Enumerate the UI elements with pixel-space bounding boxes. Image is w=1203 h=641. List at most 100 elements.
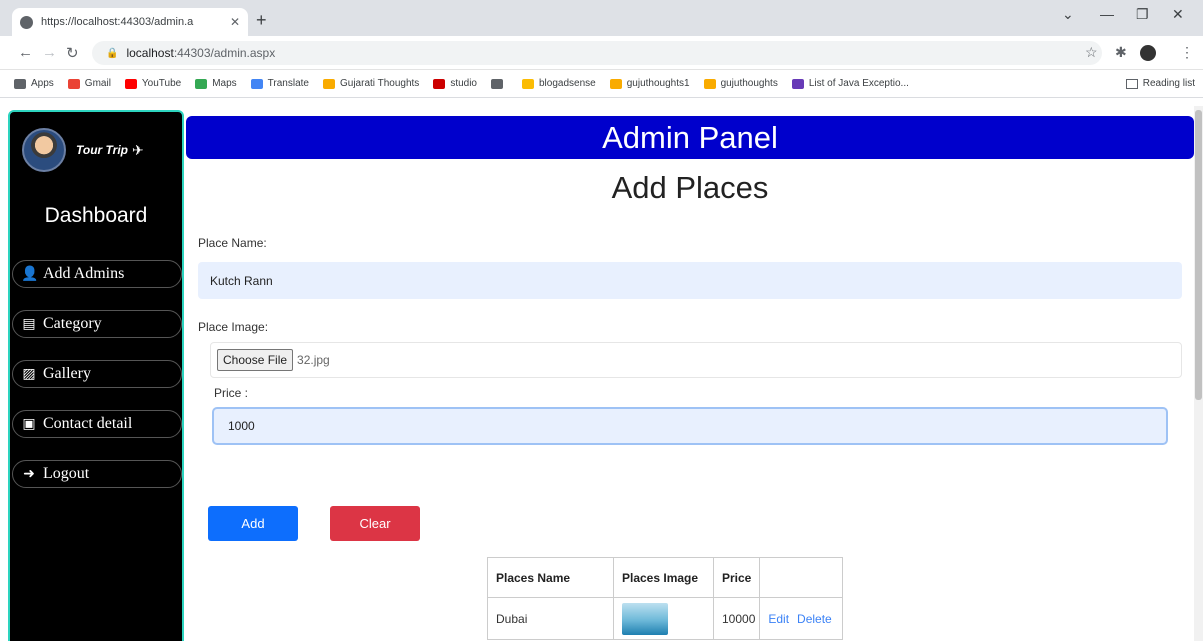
bookmark-icon bbox=[14, 78, 26, 89]
sidebar-item-label: Gallery bbox=[43, 365, 91, 382]
bookmark-item[interactable] bbox=[491, 78, 508, 89]
place-name-input[interactable]: Kutch Rann bbox=[198, 262, 1182, 299]
close-tab-icon[interactable]: ✕ bbox=[230, 15, 240, 29]
globe-icon bbox=[20, 15, 33, 29]
bookmark-label: gujuthoughts bbox=[720, 78, 778, 89]
back-icon[interactable]: ← bbox=[18, 44, 33, 61]
image-icon: ▨ bbox=[22, 366, 36, 382]
bookmark-label: Translate bbox=[267, 78, 309, 89]
place-name-cell: Dubai bbox=[487, 597, 614, 640]
page-viewport: Tour Trip ✈ Dashboard 👤 Add Admins ▤ Cat… bbox=[0, 98, 1203, 641]
bookmark-label: gujuthoughts1 bbox=[626, 78, 690, 89]
scrollbar-thumb[interactable] bbox=[1195, 110, 1202, 400]
maximize-icon[interactable]: ❐ bbox=[1136, 6, 1149, 23]
plane-icon: ✈ bbox=[132, 141, 144, 158]
sidebar: Tour Trip ✈ Dashboard 👤 Add Admins ▤ Cat… bbox=[8, 110, 184, 641]
page-scrollbar[interactable] bbox=[1194, 106, 1203, 641]
bookmark-icon bbox=[522, 78, 534, 89]
add-button[interactable]: Add bbox=[208, 506, 298, 541]
sidebar-item-label: Add Admins bbox=[43, 265, 125, 282]
reading-list-button[interactable]: Reading list bbox=[1117, 78, 1195, 89]
place-image-label: Place Image: bbox=[198, 320, 269, 334]
bookmark-label: YouTube bbox=[141, 78, 182, 89]
dashboard-heading: Dashboard bbox=[44, 204, 148, 227]
sidebar-item-category[interactable]: ▤ Category bbox=[12, 310, 182, 338]
sidebar-item-contact-detail[interactable]: ▣ Contact detail bbox=[12, 410, 182, 438]
sidebar-item-label: Contact detail bbox=[43, 415, 133, 432]
menu-kebab-icon[interactable]: ⋮ bbox=[1180, 44, 1194, 61]
bookmark-icon bbox=[124, 78, 137, 89]
bookmark-item[interactable]: List of Java Exceptio... bbox=[791, 78, 909, 89]
reload-icon[interactable]: ↻ bbox=[66, 44, 79, 62]
bookmark-label: studio bbox=[450, 78, 477, 89]
admin-panel-header: Admin Panel bbox=[186, 116, 1194, 159]
tab-title: https://localhost:44303/admin.a bbox=[41, 16, 194, 28]
tab-search-icon[interactable]: ⌄ bbox=[1062, 6, 1074, 23]
bookmark-item[interactable]: gujuthoughts bbox=[703, 78, 778, 89]
delete-link[interactable]: Delete bbox=[793, 597, 843, 640]
bookmark-item[interactable]: YouTube bbox=[124, 78, 182, 89]
main-content: Admin Panel Add Places Place Name: Kutch… bbox=[186, 98, 1194, 641]
bookmark-item[interactable]: Apps bbox=[14, 78, 54, 89]
sidebar-item-gallery[interactable]: ▨ Gallery bbox=[12, 360, 182, 388]
bookmark-item[interactable]: Maps bbox=[195, 78, 237, 89]
profile-avatar[interactable] bbox=[1140, 45, 1156, 61]
bookmark-item[interactable]: studio bbox=[433, 78, 477, 89]
bookmark-label: blogadsense bbox=[539, 78, 596, 89]
minimize-icon[interactable]: — bbox=[1100, 6, 1114, 22]
choose-file-button[interactable]: Choose File bbox=[217, 349, 294, 371]
edit-link[interactable]: Edit bbox=[759, 597, 794, 640]
brand: Tour Trip ✈ bbox=[22, 128, 144, 172]
browser-title-bar: https://localhost:44303/admin.a ✕ + ⌄ — … bbox=[0, 0, 1203, 36]
bookmark-label: Maps bbox=[212, 78, 237, 89]
browser-toolbar: ← → ↻ 🔒 localhost:44303/admin.aspx ☆ ✱ ⋮ bbox=[0, 36, 1203, 70]
reading-list-label: Reading list bbox=[1142, 78, 1195, 89]
list-icon: ▤ bbox=[22, 316, 36, 332]
bookmark-icon bbox=[250, 78, 263, 89]
url-host: localhost bbox=[126, 46, 174, 60]
new-tab-button[interactable]: + bbox=[256, 10, 267, 31]
logout-icon: ➜ bbox=[23, 466, 35, 482]
bookmark-icon bbox=[323, 78, 335, 89]
column-header: Price bbox=[712, 557, 761, 598]
bookmark-star-icon[interactable]: ☆ bbox=[1085, 44, 1098, 61]
close-window-icon[interactable]: ✕ bbox=[1172, 6, 1184, 23]
place-image-cell bbox=[613, 597, 714, 640]
bookmark-icon bbox=[491, 78, 503, 89]
bookmark-icon bbox=[703, 78, 716, 89]
column-header bbox=[759, 557, 843, 598]
bookmark-item[interactable]: blogadsense bbox=[522, 78, 596, 89]
price-cell: 10000 bbox=[712, 597, 761, 640]
price-input[interactable]: 1000 bbox=[212, 407, 1168, 445]
url-path: :44303/admin.aspx bbox=[173, 46, 276, 60]
bookmark-item[interactable]: gujuthoughts1 bbox=[609, 78, 690, 89]
bookmark-label: Gmail bbox=[84, 78, 111, 89]
address-bar[interactable]: 🔒 localhost:44303/admin.aspx bbox=[92, 41, 1102, 65]
bookmark-icon bbox=[195, 78, 208, 89]
bookmark-icon bbox=[609, 78, 622, 89]
sidebar-item-label: Category bbox=[43, 315, 102, 332]
brand-name: Tour Trip bbox=[76, 143, 128, 157]
sidebar-item-add-admins[interactable]: 👤 Add Admins bbox=[12, 260, 182, 288]
bookmark-item[interactable]: Gujarati Thoughts bbox=[323, 78, 419, 89]
extensions-icon[interactable]: ✱ bbox=[1115, 44, 1127, 61]
browser-tab[interactable]: https://localhost:44303/admin.a ✕ bbox=[12, 8, 248, 36]
bookmark-label: Gujarati Thoughts bbox=[340, 78, 420, 89]
avatar bbox=[22, 128, 66, 172]
table-header-row: Places Name Places Image Price bbox=[487, 557, 843, 598]
bookmark-item[interactable]: Translate bbox=[250, 78, 309, 89]
place-image-file-input[interactable]: Choose File 32.jpg bbox=[210, 342, 1182, 378]
bookmark-icon bbox=[791, 78, 804, 89]
bookmark-icon bbox=[433, 78, 446, 89]
sidebar-item-label: Logout bbox=[43, 465, 90, 482]
bookmark-item[interactable]: Gmail bbox=[67, 78, 111, 89]
clear-button[interactable]: Clear bbox=[330, 506, 420, 541]
reading-list-icon bbox=[1125, 78, 1138, 89]
user-icon: 👤 bbox=[21, 266, 39, 282]
price-label: Price : bbox=[214, 386, 249, 400]
sidebar-item-logout[interactable]: ➜ Logout bbox=[12, 460, 182, 488]
places-table: Places Name Places Image Price Dubai 100… bbox=[487, 557, 843, 640]
column-header: Places Image bbox=[613, 557, 714, 598]
forward-icon[interactable]: → bbox=[42, 44, 57, 61]
bookmark-label: Apps bbox=[31, 78, 54, 89]
